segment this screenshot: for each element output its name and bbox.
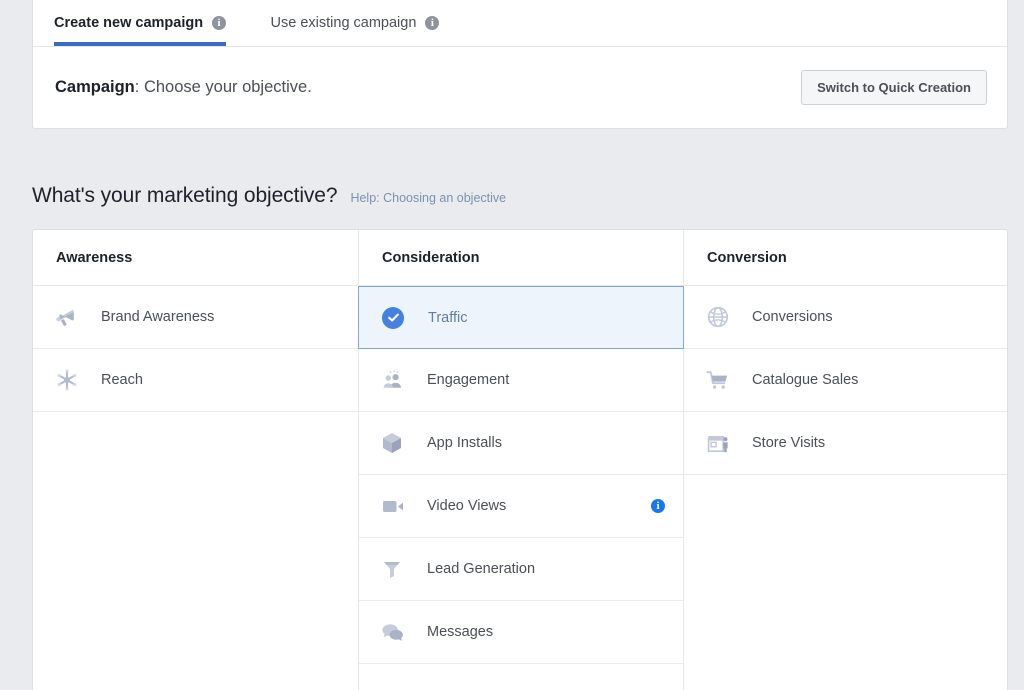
objective-label: Catalogue Sales <box>738 372 989 388</box>
reach-starburst-icon <box>55 368 87 392</box>
tab-create-new-campaign-label: Create new campaign <box>54 16 203 31</box>
objective-label: Traffic <box>414 310 665 326</box>
objectives-card: Awareness Brand Awareness <box>32 229 1008 690</box>
column-awareness: Awareness Brand Awareness <box>33 230 359 690</box>
column-consideration: Consideration Traffic <box>359 230 684 690</box>
globe-icon <box>706 305 738 329</box>
campaign-description: Choose your objective. <box>144 78 312 96</box>
objective-row-engagement[interactable]: Engagement <box>359 349 683 412</box>
ads-manager-campaign-page: Create new campaign Use existing campaig… <box>0 0 1024 690</box>
objective-row-lead-generation[interactable]: Lead Generation <box>359 538 683 601</box>
objective-row-video-views[interactable]: Video Views <box>359 475 683 538</box>
objective-row-brand-awareness[interactable]: Brand Awareness <box>33 286 358 349</box>
campaign-separator: : <box>135 78 144 96</box>
speech-bubbles-icon <box>381 620 413 644</box>
objective-label: Lead Generation <box>413 561 665 577</box>
objective-label: App Installs <box>413 435 665 451</box>
objective-label: Video Views <box>413 498 651 514</box>
campaign-label: Campaign <box>55 78 135 96</box>
tab-create-new-campaign[interactable]: Create new campaign <box>54 0 242 46</box>
video-camera-icon <box>381 494 413 518</box>
column-header-awareness: Awareness <box>33 230 358 286</box>
check-circle-icon <box>382 306 414 330</box>
funnel-icon <box>381 557 413 581</box>
objective-row-catalogue-sales[interactable]: Catalogue Sales <box>684 349 1007 412</box>
row-trailing-area <box>651 499 665 513</box>
campaign-prompt-text: Campaign: Choose your objective. <box>55 78 801 97</box>
cube-icon <box>381 431 413 455</box>
tab-use-existing-campaign[interactable]: Use existing campaign <box>271 0 456 46</box>
column-conversion: Conversion Conversions <box>684 230 1007 690</box>
people-icon <box>381 368 413 392</box>
objective-label: Reach <box>87 372 340 388</box>
campaign-setup-card: Create new campaign Use existing campaig… <box>32 0 1008 129</box>
campaign-objective-prompt-row: Campaign: Choose your objective. Switch … <box>33 47 1007 128</box>
shopping-cart-icon <box>706 368 738 392</box>
objective-row-conversions[interactable]: Conversions <box>684 286 1007 349</box>
objective-label: Engagement <box>413 372 665 388</box>
info-icon[interactable] <box>425 16 439 30</box>
objective-label: Brand Awareness <box>87 309 340 325</box>
objective-row-app-installs[interactable]: App Installs <box>359 412 683 475</box>
info-icon[interactable] <box>651 499 665 513</box>
storefront-icon <box>706 431 738 455</box>
column-header-conversion: Conversion <box>684 230 1007 286</box>
switch-to-quick-creation-button[interactable]: Switch to Quick Creation <box>801 70 987 105</box>
selected-check-badge <box>382 307 404 329</box>
objective-row-reach[interactable]: Reach <box>33 349 358 412</box>
objective-label: Conversions <box>738 309 989 325</box>
objective-row-messages[interactable]: Messages <box>359 601 683 664</box>
marketing-objective-heading-row: What's your marketing objective? Help: C… <box>32 184 506 208</box>
page-title: What's your marketing objective? <box>32 184 337 208</box>
objective-label: Store Visits <box>738 435 989 451</box>
campaign-mode-tabs: Create new campaign Use existing campaig… <box>33 0 1007 47</box>
objective-row-store-visits[interactable]: Store Visits <box>684 412 1007 475</box>
megaphone-icon <box>55 305 87 329</box>
column-header-consideration: Consideration <box>359 230 683 286</box>
objective-label: Messages <box>413 624 665 640</box>
info-icon[interactable] <box>212 16 226 30</box>
help-choosing-objective-link[interactable]: Help: Choosing an objective <box>350 191 506 205</box>
tab-use-existing-campaign-label: Use existing campaign <box>271 16 417 31</box>
objective-row-traffic[interactable]: Traffic <box>358 286 684 349</box>
